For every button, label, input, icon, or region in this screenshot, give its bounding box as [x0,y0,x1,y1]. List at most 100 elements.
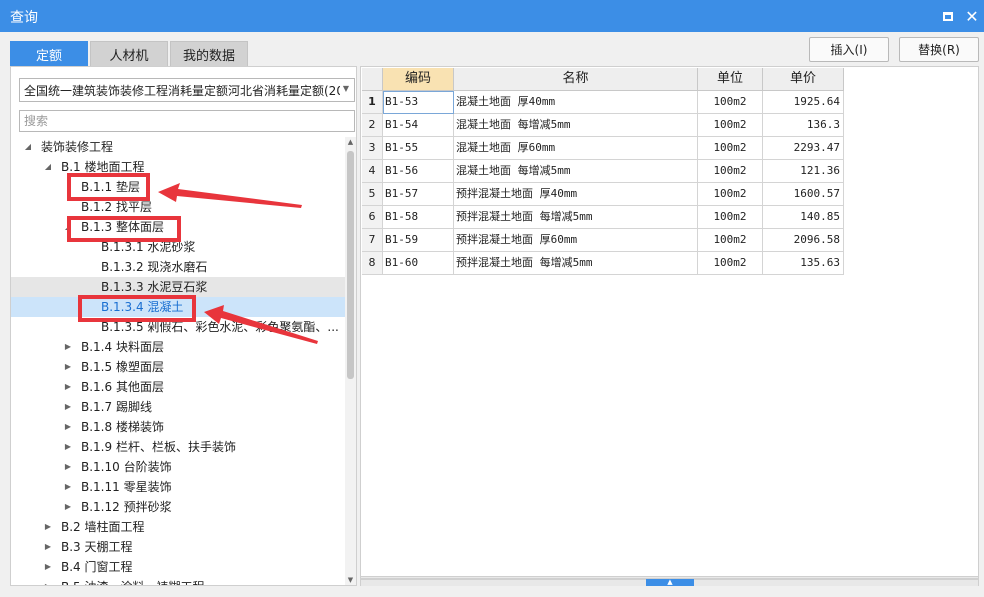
table-cell-code[interactable]: B1-55 [383,137,454,160]
tree-node-label: B.1.11 零星装饰 [81,480,172,494]
row-number[interactable]: 6 [362,206,383,229]
tree-collapsed-icon[interactable]: ▶ [63,477,73,497]
row-number[interactable]: 5 [362,183,383,206]
table-cell-name[interactable]: 预拌混凝土地面 厚60mm [454,229,698,252]
table-cell-code[interactable]: B1-57 [383,183,454,206]
table-cell-unit[interactable]: 100m2 [698,183,763,206]
tree-node[interactable]: ▶ B.1.7 踢脚线 [11,397,345,417]
tree-collapsed-icon[interactable]: ▶ [63,397,73,417]
column-header[interactable]: 单价 [763,68,844,91]
column-header[interactable]: 单位 [698,68,763,91]
tree-node[interactable]: B.1.2 找平层 [11,197,345,217]
table-cell-unit[interactable]: 100m2 [698,160,763,183]
tree-collapsed-icon[interactable]: ▶ [63,357,73,377]
tree-collapsed-icon[interactable]: ▶ [43,577,53,585]
maximize-button[interactable] [938,6,958,26]
tree-node[interactable]: B.1.3.1 水泥砂浆 [11,237,345,257]
panel-splitter[interactable]: ▲ [361,576,978,586]
tree-node[interactable]: ◢ B.1 楼地面工程 [11,157,345,177]
tree-node[interactable]: B.1.3.2 现浇水磨石 [11,257,345,277]
table-cell-unit[interactable]: 100m2 [698,137,763,160]
table-cell-code[interactable]: B1-54 [383,114,454,137]
table-cell-code[interactable]: B1-59 [383,229,454,252]
close-button[interactable]: ✕ [962,6,982,26]
tree-node[interactable]: B.1.1 垫层 [11,177,345,197]
table-cell-unit[interactable]: 100m2 [698,229,763,252]
tree-node[interactable]: ▶ B.1.6 其他面层 [11,377,345,397]
row-number[interactable]: 1 [362,91,383,114]
tree-collapsed-icon[interactable]: ▶ [63,417,73,437]
table-cell-name[interactable]: 混凝土地面 厚60mm [454,137,698,160]
table-cell-name[interactable]: 混凝土地面 每增减5mm [454,114,698,137]
table-cell-name[interactable]: 混凝土地面 每增减5mm [454,160,698,183]
tree-node[interactable]: ▶ B.1.9 栏杆、栏板、扶手装饰 [11,437,345,457]
column-header[interactable]: 名称 [454,68,698,91]
collapse-arrow-icon[interactable]: ▲ [646,579,694,586]
tree-collapsed-icon[interactable]: ▶ [63,497,73,517]
table-cell-code[interactable]: B1-58 [383,206,454,229]
tree-node[interactable]: ▶ B.2 墙柱面工程 [11,517,345,537]
tree-node[interactable]: ▶ B.4 门窗工程 [11,557,345,577]
table-cell-unit[interactable]: 100m2 [698,206,763,229]
table-cell-price[interactable]: 1600.57 [763,183,844,206]
tree-node[interactable]: ▶ B.5 油漆、涂料、裱糊工程 [11,577,345,585]
scroll-down-icon[interactable]: ▼ [345,575,356,585]
scroll-up-icon[interactable]: ▲ [345,137,356,147]
tree-node[interactable]: ▶ B.1.4 块料面层 [11,337,345,357]
tree-collapsed-icon[interactable]: ▶ [63,337,73,357]
table-cell-price[interactable]: 1925.64 [763,91,844,114]
tab-my-data[interactable]: 我的数据 [170,41,248,66]
search-input[interactable] [19,110,355,132]
row-number[interactable]: 2 [362,114,383,137]
tree-collapsed-icon[interactable]: ▶ [63,457,73,477]
tree-collapsed-icon[interactable]: ▶ [63,437,73,457]
tree-node[interactable]: B.1.3.4 混凝土 [11,297,345,317]
tree-node[interactable]: ◢ 装饰装修工程 [11,137,345,157]
quota-library-select[interactable]: 全国统一建筑装饰装修工程消耗量定额河北省消耗量定额(20 ▼ [19,78,355,102]
table-cell-price[interactable]: 2096.58 [763,229,844,252]
table-cell-name[interactable]: 预拌混凝土地面 厚40mm [454,183,698,206]
column-header[interactable]: 编码 [383,68,454,91]
table-cell-price[interactable]: 136.3 [763,114,844,137]
table-cell-unit[interactable]: 100m2 [698,114,763,137]
table-cell-price[interactable]: 140.85 [763,206,844,229]
tree-node[interactable]: ▶ B.1.8 楼梯装饰 [11,417,345,437]
table-cell-unit[interactable]: 100m2 [698,91,763,114]
tree-node[interactable]: B.1.3.3 水泥豆石浆 [11,277,345,297]
tree-collapsed-icon[interactable]: ▶ [43,517,53,537]
tree-node[interactable]: ▶ B.1.5 橡塑面层 [11,357,345,377]
row-number[interactable]: 8 [362,252,383,275]
tab-labor-material-machine[interactable]: 人材机 [90,41,168,66]
replace-button[interactable]: 替换(R) [899,37,979,62]
table-cell-price[interactable]: 121.36 [763,160,844,183]
tree-collapsed-icon[interactable]: ▶ [43,537,53,557]
table-cell-price[interactable]: 135.63 [763,252,844,275]
row-number[interactable]: 3 [362,137,383,160]
table-cell-code[interactable]: B1-56 [383,160,454,183]
table-cell-price[interactable]: 2293.47 [763,137,844,160]
tree-collapsed-icon[interactable]: ▶ [63,377,73,397]
tree-node[interactable]: B.1.3.5 剁假石、彩色水泥、彩色聚氨酯、... [11,317,345,337]
tree-node[interactable]: ◢ B.1.3 整体面层 [11,217,345,237]
table-cell-code[interactable]: B1-53 [383,91,454,114]
table-cell-unit[interactable]: 100m2 [698,252,763,275]
tree-node[interactable]: ▶ B.1.11 零星装饰 [11,477,345,497]
table-cell-name[interactable]: 预拌混凝土地面 每增减5mm [454,252,698,275]
tree-scrollbar[interactable]: ▲ ▼ [345,137,356,585]
table-cell-name[interactable]: 预拌混凝土地面 每增减5mm [454,206,698,229]
row-number[interactable]: 4 [362,160,383,183]
table-cell-code[interactable]: B1-60 [383,252,454,275]
insert-button[interactable]: 插入(I) [809,37,889,62]
tree-expanded-icon[interactable]: ◢ [23,137,33,157]
tab-quota[interactable]: 定额 [10,41,88,66]
tree-node[interactable]: ▶ B.3 天棚工程 [11,537,345,557]
scrollbar-thumb[interactable] [347,151,354,379]
tree-collapsed-icon[interactable]: ▶ [43,557,53,577]
tree-expanded-icon[interactable]: ◢ [43,157,53,177]
tree-node-label: B.1.7 踢脚线 [81,400,152,414]
table-cell-name[interactable]: 混凝土地面 厚40mm [454,91,698,114]
tree-node[interactable]: ▶ B.1.12 预拌砂浆 [11,497,345,517]
tree-node[interactable]: ▶ B.1.10 台阶装饰 [11,457,345,477]
tree-expanded-icon[interactable]: ◢ [63,217,73,237]
row-number[interactable]: 7 [362,229,383,252]
